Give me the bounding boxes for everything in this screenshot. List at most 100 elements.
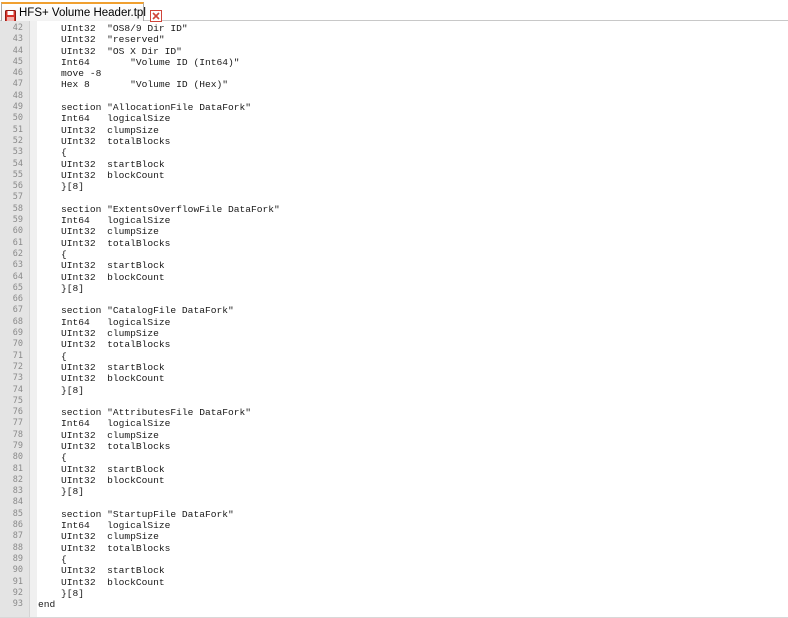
code-line[interactable]: 53 { — [0, 147, 788, 158]
code-line[interactable]: 66 — [0, 294, 788, 305]
code-text: Int64 logicalSize — [38, 418, 171, 430]
code-line[interactable]: 75 — [0, 396, 788, 407]
code-text: UInt32 clumpSize — [38, 531, 159, 543]
code-text: UInt32 "reserved" — [38, 34, 165, 46]
code-line[interactable]: 80 { — [0, 452, 788, 463]
code-text: UInt32 totalBlocks — [38, 339, 171, 351]
line-number: 52 — [12, 135, 23, 146]
code-line[interactable]: 78 UInt32 clumpSize — [0, 430, 788, 441]
line-number: 54 — [12, 158, 23, 169]
code-line[interactable]: 77 Int64 logicalSize — [0, 418, 788, 429]
line-number: 82 — [12, 474, 23, 485]
line-number: 43 — [12, 34, 23, 45]
code-text: move -8 — [38, 68, 102, 80]
code-line[interactable]: 92 }[8] — [0, 588, 788, 599]
line-number: 89 — [12, 553, 23, 564]
code-line[interactable]: 63 UInt32 startBlock — [0, 260, 788, 271]
code-line[interactable]: 71 { — [0, 351, 788, 362]
code-line[interactable]: 52 UInt32 totalBlocks — [0, 136, 788, 147]
code-line[interactable]: 68 Int64 logicalSize — [0, 317, 788, 328]
code-text: UInt32 clumpSize — [38, 429, 159, 441]
code-text: Hex 8 "Volume ID (Hex)" — [38, 79, 228, 91]
code-text: Int64 logicalSize — [38, 316, 171, 328]
line-number: 50 — [12, 113, 23, 124]
code-line[interactable]: 44 UInt32 "OS X Dir ID" — [0, 46, 788, 57]
line-number: 83 — [12, 486, 23, 497]
code-text: }[8] — [38, 486, 85, 498]
code-text: UInt32 blockCount — [38, 576, 165, 588]
line-number: 86 — [12, 520, 23, 531]
code-editor[interactable]: 42 UInt32 "OS8/9 Dir ID" 43 UInt32 "reser… — [0, 21, 788, 618]
line-number: 42 — [12, 23, 23, 33]
line-number: 49 — [12, 102, 23, 113]
code-line[interactable]: 93 end — [0, 599, 788, 610]
code-line[interactable]: 72 UInt32 startBlock — [0, 362, 788, 373]
code-line[interactable]: 91 UInt32 blockCount — [0, 577, 788, 588]
line-number: 74 — [12, 384, 23, 395]
code-line[interactable]: 82 UInt32 blockCount — [0, 475, 788, 486]
code-line[interactable]: 61 UInt32 totalBlocks — [0, 238, 788, 249]
code-line[interactable]: 62 { — [0, 249, 788, 260]
code-line[interactable]: 54 UInt32 startBlock — [0, 159, 788, 170]
line-number: 70 — [12, 339, 23, 350]
code-line[interactable]: 89 { — [0, 554, 788, 565]
code-line[interactable]: 55 UInt32 blockCount — [0, 170, 788, 181]
code-line[interactable]: 49 section "AllocationFile DataFork" — [0, 102, 788, 113]
code-line[interactable]: 50 Int64 logicalSize — [0, 113, 788, 124]
line-number: 71 — [12, 350, 23, 361]
code-line[interactable]: 86 Int64 logicalSize — [0, 520, 788, 531]
code-text: UInt32 "OS8/9 Dir ID" — [38, 23, 188, 34]
code-line[interactable]: 76 section "AttributesFile DataFork" — [0, 407, 788, 418]
code-line[interactable]: 60 UInt32 clumpSize — [0, 226, 788, 237]
code-line[interactable]: 81 UInt32 startBlock — [0, 464, 788, 475]
code-line[interactable]: 85 section "StartupFile DataFork" — [0, 509, 788, 520]
code-line[interactable]: 87 UInt32 clumpSize — [0, 531, 788, 542]
code-line[interactable]: 43 UInt32 "reserved" — [0, 34, 788, 45]
code-line[interactable]: 56 }[8] — [0, 181, 788, 192]
code-line[interactable]: 90 UInt32 startBlock — [0, 565, 788, 576]
code-line[interactable]: 69 UInt32 clumpSize — [0, 328, 788, 339]
line-number: 44 — [12, 45, 23, 56]
code-text: { — [38, 452, 67, 464]
code-line[interactable]: 47 Hex 8 "Volume ID (Hex)" — [0, 79, 788, 90]
code-line[interactable]: 79 UInt32 totalBlocks — [0, 441, 788, 452]
code-text: UInt32 startBlock — [38, 463, 165, 475]
code-line[interactable]: 46 move -8 — [0, 68, 788, 79]
tab-hfs-volume-header[interactable]: HFS+ Volume Header.tpl — [1, 2, 162, 22]
code-text: UInt32 totalBlocks — [38, 135, 171, 147]
code-text: }[8] — [38, 282, 85, 294]
close-icon[interactable] — [149, 7, 162, 22]
line-number: 58 — [12, 203, 23, 214]
code-text: UInt32 clumpSize — [38, 226, 159, 238]
code-text: UInt32 blockCount — [38, 271, 165, 283]
code-text: UInt32 blockCount — [38, 169, 165, 181]
code-line[interactable]: 48 — [0, 91, 788, 102]
line-number: 72 — [12, 361, 23, 372]
code-line[interactable]: 57 — [0, 192, 788, 203]
code-line[interactable]: 51 UInt32 clumpSize — [0, 125, 788, 136]
line-number: 85 — [12, 508, 23, 519]
code-line[interactable]: 45 Int64 "Volume ID (Int64)" — [0, 57, 788, 68]
code-line[interactable]: 88 UInt32 totalBlocks — [0, 543, 788, 554]
line-number: 75 — [12, 395, 23, 406]
code-text: UInt32 startBlock — [38, 361, 165, 373]
code-text: UInt32 clumpSize — [38, 124, 159, 136]
code-line[interactable]: 42 UInt32 "OS8/9 Dir ID" — [0, 23, 788, 34]
code-line[interactable]: 74 }[8] — [0, 385, 788, 396]
code-lines: 42 UInt32 "OS8/9 Dir ID" 43 UInt32 "reser… — [0, 23, 788, 610]
code-line[interactable]: 65 }[8] — [0, 283, 788, 294]
code-line[interactable]: 58 section "ExtentsOverflowFile DataFork… — [0, 204, 788, 215]
code-line[interactable]: 67 section "CatalogFile DataFork" — [0, 305, 788, 316]
line-number: 45 — [12, 56, 23, 67]
code-text: section "AttributesFile DataFork" — [38, 407, 252, 419]
code-line[interactable]: 59 Int64 logicalSize — [0, 215, 788, 226]
line-number: 46 — [12, 68, 23, 79]
code-line[interactable]: 84 — [0, 497, 788, 508]
code-text: UInt32 totalBlocks — [38, 237, 171, 249]
line-number: 81 — [12, 463, 23, 474]
code-line[interactable]: 64 UInt32 blockCount — [0, 272, 788, 283]
code-line[interactable]: 83 }[8] — [0, 486, 788, 497]
code-line[interactable]: 73 UInt32 blockCount — [0, 373, 788, 384]
line-number: 93 — [12, 599, 23, 610]
code-line[interactable]: 70 UInt32 totalBlocks — [0, 339, 788, 350]
